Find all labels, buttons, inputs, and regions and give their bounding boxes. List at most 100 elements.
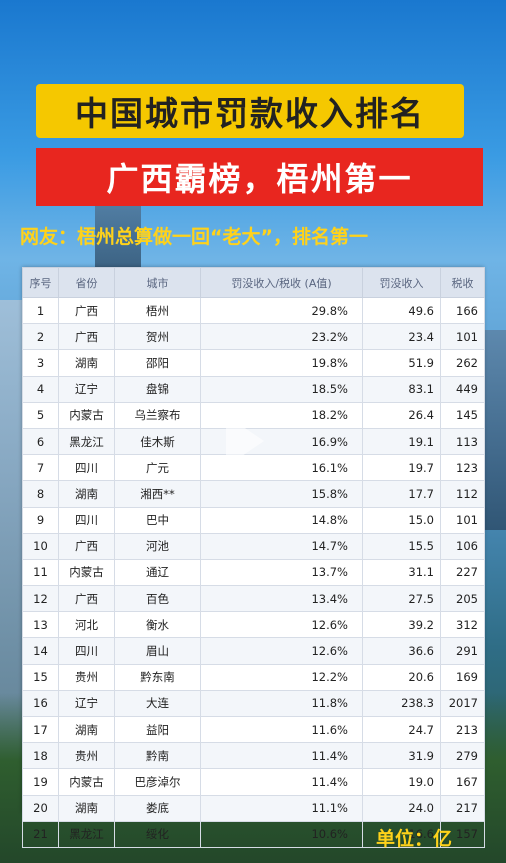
cell-province: 内蒙古 — [58, 401, 115, 429]
cell-tax: 217 — [440, 794, 485, 822]
table-row: 20 湖南 娄底 11.1% 24.0 217 — [22, 794, 485, 822]
cell-city: 益阳 — [114, 715, 201, 744]
cell-province: 广西 — [58, 323, 115, 351]
cell-rank: 15 — [22, 663, 59, 691]
cell-province: 辽宁 — [58, 375, 115, 403]
cell-province: 内蒙古 — [58, 768, 115, 796]
cell-rank: 6 — [22, 427, 59, 456]
cell-fines: 238.3 — [362, 689, 441, 718]
cell-tax: 101 — [440, 506, 485, 534]
cell-fines: 15.5 — [362, 532, 441, 560]
play-icon[interactable] — [226, 415, 264, 467]
table-row: 16 辽宁 大连 11.8% 238.3 2017 — [22, 689, 485, 718]
header-ratio: 罚没收入/税收 (A值) — [200, 267, 363, 298]
table-row: 1 广西 梧州 29.8% 49.6 166 — [22, 296, 485, 325]
cell-rank: 9 — [22, 506, 59, 534]
cell-tax: 227 — [440, 558, 485, 587]
cell-ratio: 16.1% — [200, 454, 363, 482]
cell-province: 湖南 — [58, 480, 115, 508]
cell-province: 辽宁 — [58, 689, 115, 718]
cell-ratio: 15.8% — [200, 480, 363, 508]
cell-rank: 5 — [22, 401, 59, 429]
table-header-row: 序号 省份 城市 罚没收入/税收 (A值) 罚没收入 税收 — [22, 267, 485, 298]
cell-fines: 17.7 — [362, 480, 441, 508]
cell-ratio: 12.2% — [200, 663, 363, 691]
cell-ratio: 11.4% — [200, 768, 363, 796]
cell-fines: 19.1 — [362, 427, 441, 456]
table-row: 8 湖南 湘西** 15.8% 17.7 112 — [22, 480, 485, 508]
cell-province: 贵州 — [58, 663, 115, 691]
cell-province: 内蒙古 — [58, 558, 115, 587]
cell-rank: 11 — [22, 558, 59, 587]
cell-rank: 12 — [22, 585, 59, 613]
cell-tax: 291 — [440, 637, 485, 665]
cell-rank: 18 — [22, 742, 59, 770]
cell-province: 湖南 — [58, 794, 115, 822]
cell-city: 眉山 — [114, 637, 201, 665]
cell-fines: 24.0 — [362, 794, 441, 822]
header-fines: 罚没收入 — [362, 267, 441, 298]
cell-city: 梧州 — [114, 296, 201, 325]
cell-province: 广西 — [58, 532, 115, 560]
table-row: 19 内蒙古 巴彦淖尔 11.4% 19.0 167 — [22, 768, 485, 796]
cell-ratio: 19.8% — [200, 349, 363, 377]
table-row: 2 广西 贺州 23.2% 23.4 101 — [22, 323, 485, 351]
cell-tax: 279 — [440, 742, 485, 770]
cell-fines: 83.1 — [362, 375, 441, 403]
cell-fines: 19.0 — [362, 768, 441, 796]
cell-ratio: 13.7% — [200, 558, 363, 587]
cell-rank: 21 — [22, 820, 59, 848]
table-row: 15 贵州 黔东南 12.2% 20.6 169 — [22, 663, 485, 691]
cell-tax: 167 — [440, 768, 485, 796]
table-row: 4 辽宁 盘锦 18.5% 83.1 449 — [22, 375, 485, 403]
cell-tax: 262 — [440, 349, 485, 377]
cell-tax: 123 — [440, 454, 485, 482]
cell-city: 大连 — [114, 689, 201, 718]
header-province: 省份 — [58, 267, 115, 298]
cell-city: 邵阳 — [114, 349, 201, 377]
cell-fines: 36.6 — [362, 637, 441, 665]
cell-city: 百色 — [114, 585, 201, 613]
cell-province: 黑龙江 — [58, 427, 115, 456]
cell-ratio: 11.6% — [200, 715, 363, 744]
cell-fines: 49.6 — [362, 296, 441, 325]
table-row: 10 广西 河池 14.7% 15.5 106 — [22, 532, 485, 560]
cell-rank: 3 — [22, 349, 59, 377]
page-subtitle: 广西霸榜，梧州第一 — [106, 160, 413, 198]
cell-city: 巴中 — [114, 506, 201, 534]
cell-fines: 19.7 — [362, 454, 441, 482]
cell-province: 黑龙江 — [58, 820, 115, 848]
cell-tax: 106 — [440, 532, 485, 560]
cell-city: 衡水 — [114, 611, 201, 639]
cell-rank: 14 — [22, 637, 59, 665]
header-city: 城市 — [114, 267, 201, 298]
table-row: 12 广西 百色 13.4% 27.5 205 — [22, 585, 485, 613]
cell-fines: 31.1 — [362, 558, 441, 587]
cell-province: 贵州 — [58, 742, 115, 770]
cell-rank: 2 — [22, 323, 59, 351]
cell-ratio: 18.5% — [200, 375, 363, 403]
cell-rank: 20 — [22, 794, 59, 822]
cell-province: 河北 — [58, 611, 115, 639]
cell-city: 盘锦 — [114, 375, 201, 403]
cell-province: 四川 — [58, 506, 115, 534]
cell-rank: 17 — [22, 715, 59, 744]
title-banner: 中国城市罚款收入排名 — [36, 84, 464, 138]
cell-city: 娄底 — [114, 794, 201, 822]
cell-city: 贺州 — [114, 323, 201, 351]
table-row: 3 湖南 邵阳 19.8% 51.9 262 — [22, 349, 485, 377]
cell-city: 黔东南 — [114, 663, 201, 691]
cell-ratio: 13.4% — [200, 585, 363, 613]
cell-city: 通辽 — [114, 558, 201, 587]
cell-fines: 27.5 — [362, 585, 441, 613]
background-building — [484, 330, 506, 530]
cell-tax: 166 — [440, 296, 485, 325]
cell-province: 广西 — [58, 296, 115, 325]
cell-province: 四川 — [58, 637, 115, 665]
cell-tax: 101 — [440, 323, 485, 351]
cell-province: 湖南 — [58, 349, 115, 377]
header-rank: 序号 — [22, 267, 59, 298]
cell-province: 湖南 — [58, 715, 115, 744]
table-row: 13 河北 衡水 12.6% 39.2 312 — [22, 611, 485, 639]
cell-fines: 31.9 — [362, 742, 441, 770]
